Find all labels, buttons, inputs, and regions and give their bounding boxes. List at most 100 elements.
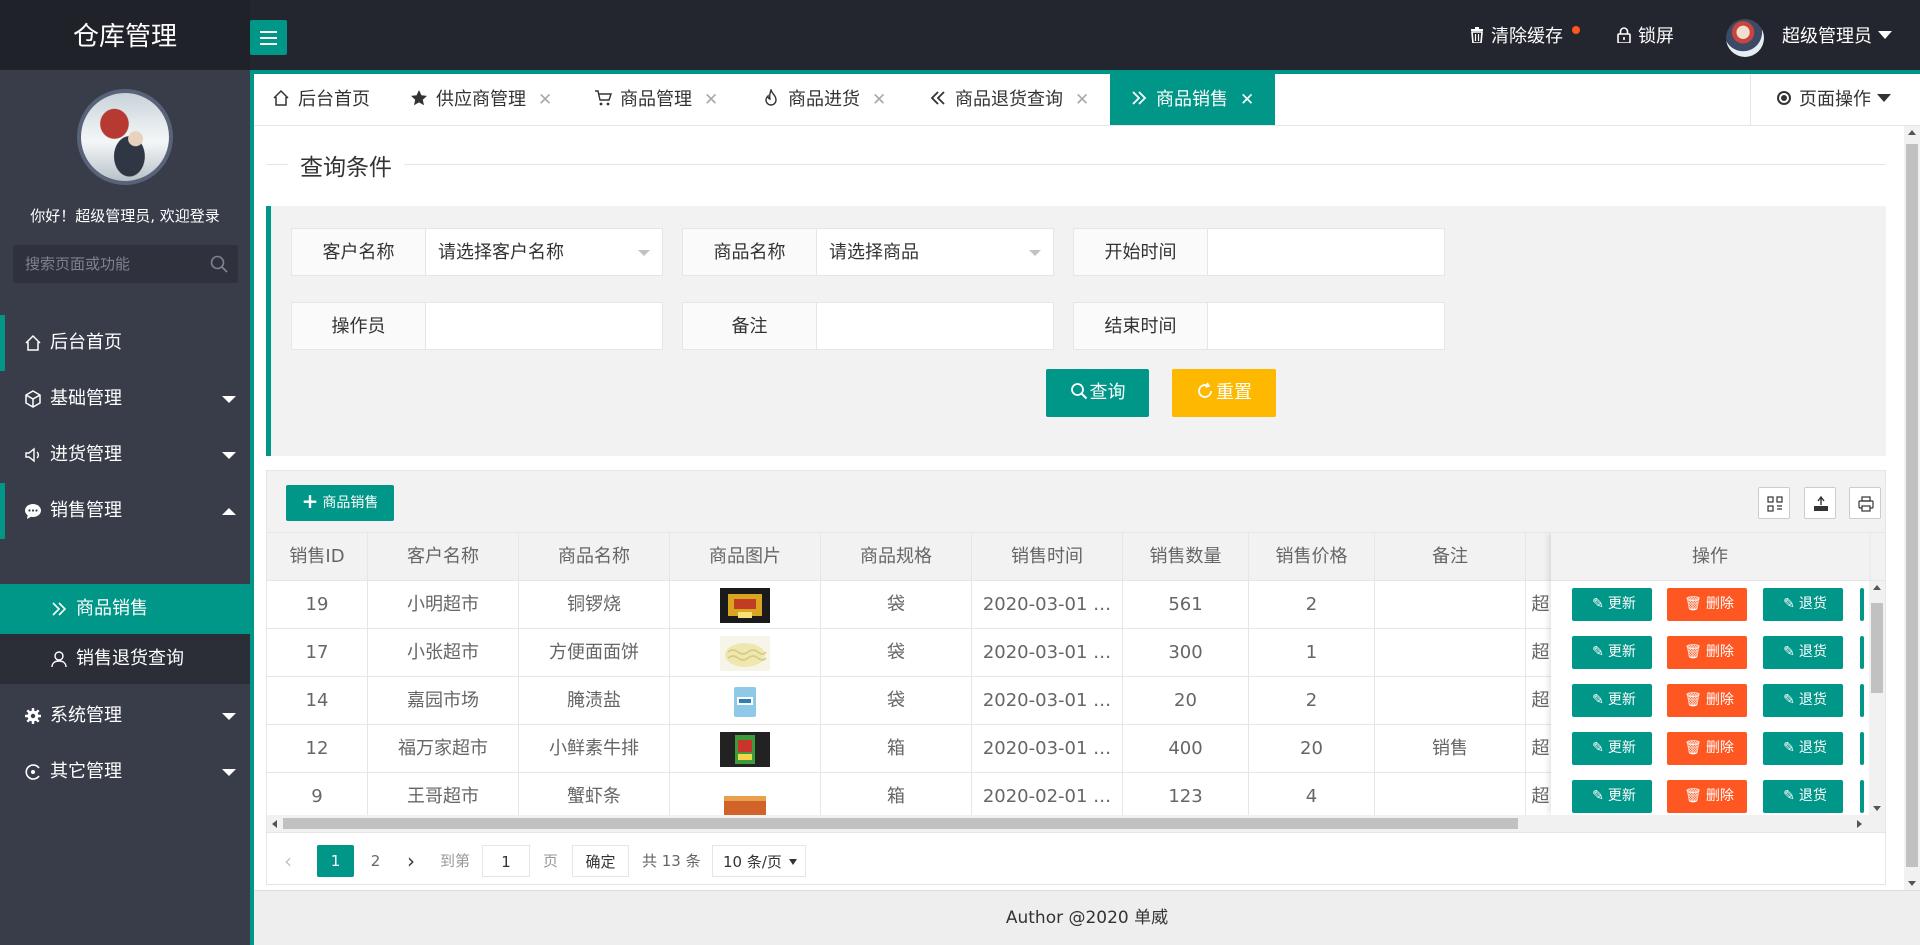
column-header[interactable]: 销售价格 [1249, 533, 1375, 580]
export-button[interactable] [1804, 487, 1836, 519]
goto-page-input[interactable]: 1 [482, 845, 530, 877]
column-header[interactable]: 销售数量 [1123, 533, 1249, 580]
column-header[interactable]: 商品名称 [519, 533, 670, 580]
print-button[interactable] [1849, 487, 1881, 519]
reset-button[interactable]: 重置 [1172, 369, 1276, 417]
steak-image[interactable] [720, 732, 770, 767]
tab-supplier[interactable]: 供应商管理 ✕ [410, 74, 552, 125]
scrollbar-thumb[interactable] [1871, 603, 1883, 693]
sidebar-item-base[interactable]: 基础管理 [0, 371, 250, 427]
scroll-right-arrow[interactable] [1857, 820, 1862, 828]
column-header[interactable]: 商品图片 [670, 533, 821, 580]
tab-goods-sale[interactable]: 商品销售 ✕ [1110, 74, 1275, 125]
goto-confirm-button[interactable]: 确定 [572, 845, 629, 877]
sidebar-search-input[interactable]: 搜索页面或功能 [13, 245, 238, 283]
operator-input[interactable] [426, 302, 663, 350]
dorayaki-image[interactable] [720, 588, 770, 623]
plus-icon: + [301, 489, 319, 513]
return-button[interactable]: ✎ 退货 [1763, 780, 1843, 813]
scroll-up-arrow[interactable] [1908, 130, 1916, 135]
column-header[interactable]: 备注 [1375, 533, 1526, 580]
scrollbar-thumb[interactable] [283, 818, 1518, 829]
sidebar-item-home[interactable]: 后台首页 [0, 315, 250, 371]
end-time-input[interactable] [1208, 302, 1445, 350]
scrollbar-thumb[interactable] [1906, 144, 1918, 867]
customer-select[interactable]: 请选择客户名称 [426, 228, 663, 276]
clear-cache-button[interactable]: 清除缓存 [1470, 0, 1563, 70]
delete-button[interactable]: 🗑 删除 [1667, 588, 1747, 621]
close-icon[interactable]: ✕ [538, 90, 552, 110]
salt-image[interactable] [720, 684, 770, 719]
page-button-current[interactable]: 1 [317, 845, 354, 877]
cell-price: 20 [1249, 725, 1375, 772]
page-button[interactable]: 2 [363, 845, 388, 877]
more-button[interactable] [1860, 588, 1864, 621]
more-button[interactable] [1860, 636, 1864, 669]
scroll-down-arrow[interactable] [1873, 806, 1881, 811]
sidebar-item-sales[interactable]: 销售管理 [0, 483, 250, 539]
query-button[interactable]: 查询 [1046, 369, 1149, 417]
goods-select[interactable]: 请选择商品 [817, 228, 1054, 276]
cell-remark [1375, 773, 1526, 815]
lock-screen-button[interactable]: 锁屏 [1617, 0, 1674, 70]
more-button[interactable] [1860, 780, 1864, 813]
start-time-input[interactable] [1208, 228, 1445, 276]
close-icon[interactable]: ✕ [704, 90, 718, 110]
user-menu[interactable]: 超级管理员 [1782, 0, 1892, 74]
sidebar-item-purchase[interactable]: 进货管理 [0, 427, 250, 483]
tab-goods-in[interactable]: 商品进货 ✕ [762, 74, 886, 125]
page-size-select[interactable]: 10 条/页 [712, 845, 806, 877]
noodle-image[interactable] [720, 636, 770, 671]
scroll-left-arrow[interactable] [272, 820, 277, 828]
tab-goods-return-query[interactable]: 商品退货查询 ✕ [929, 74, 1089, 125]
column-header[interactable]: 销售时间 [972, 533, 1123, 580]
delete-button[interactable]: 🗑 删除 [1667, 684, 1747, 717]
scroll-down-arrow[interactable] [1908, 881, 1916, 886]
page-vertical-scrollbar[interactable] [1904, 126, 1920, 890]
return-button[interactable]: ✎ 退货 [1763, 732, 1843, 765]
return-button[interactable]: ✎ 退货 [1763, 636, 1843, 669]
sidebar-item-system[interactable]: 系统管理 [0, 688, 250, 744]
delete-button[interactable]: 🗑 删除 [1667, 732, 1747, 765]
target-icon [1777, 91, 1791, 105]
sidebar-subitem-goods-sale[interactable]: 商品销售 [0, 584, 250, 634]
update-button[interactable]: ✎ 更新 [1572, 588, 1652, 621]
prev-page-button[interactable]: ‹ [284, 845, 292, 877]
return-label: 退货 [1798, 692, 1827, 708]
delete-button[interactable]: 🗑 删除 [1667, 780, 1747, 813]
tab-home[interactable]: 后台首页 [272, 74, 370, 125]
avatar[interactable] [1726, 19, 1764, 57]
remark-input[interactable] [817, 302, 1054, 350]
column-header[interactable]: 客户名称 [368, 533, 519, 580]
sidebar-item-other[interactable]: 其它管理 [0, 744, 250, 800]
return-button[interactable]: ✎ 退货 [1763, 588, 1843, 621]
more-button[interactable] [1860, 732, 1864, 765]
next-page-button[interactable]: › [407, 845, 415, 877]
column-header[interactable]: 销售ID [267, 533, 368, 580]
return-button[interactable]: ✎ 退货 [1763, 684, 1843, 717]
add-sale-button[interactable]: + 商品销售 [286, 485, 394, 521]
close-icon[interactable]: ✕ [1075, 90, 1089, 110]
cell-qty: 20 [1123, 677, 1249, 724]
close-icon[interactable]: ✕ [872, 90, 886, 110]
tab-goods[interactable]: 商品管理 ✕ [594, 74, 718, 125]
gear-icon [25, 708, 41, 724]
update-button[interactable]: ✎ 更新 [1572, 780, 1652, 813]
close-icon[interactable]: ✕ [1240, 90, 1254, 110]
app-logo-title[interactable]: 仓库管理 [0, 0, 250, 70]
table-horizontal-scrollbar[interactable] [267, 815, 1885, 832]
sidebar-subitem-sale-return[interactable]: 销售退货查询 [0, 634, 250, 684]
column-filter-button[interactable] [1758, 487, 1790, 519]
crab-stick-image[interactable] [720, 780, 770, 815]
menu-toggle-button[interactable] [250, 20, 287, 55]
update-button[interactable]: ✎ 更新 [1572, 684, 1652, 717]
table-vertical-scrollbar[interactable] [1869, 581, 1885, 815]
delete-button[interactable]: 🗑 删除 [1667, 636, 1747, 669]
pencil-icon: ✎ [1592, 692, 1604, 708]
scroll-up-arrow[interactable] [1873, 585, 1881, 590]
update-button[interactable]: ✎ 更新 [1572, 636, 1652, 669]
update-button[interactable]: ✎ 更新 [1572, 732, 1652, 765]
column-header[interactable]: 商品规格 [821, 533, 972, 580]
more-button[interactable] [1860, 684, 1864, 717]
page-operations-menu[interactable]: 页面操作 [1750, 74, 1920, 125]
